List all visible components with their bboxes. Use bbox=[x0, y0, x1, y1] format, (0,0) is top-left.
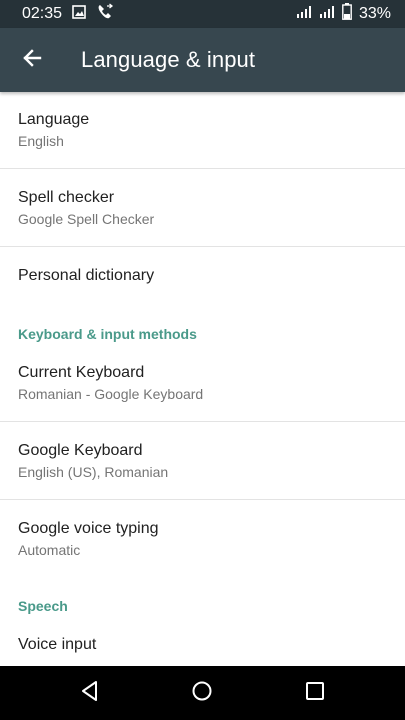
back-button[interactable] bbox=[0, 28, 64, 92]
signal-icon bbox=[319, 5, 335, 24]
nav-home-button[interactable] bbox=[172, 666, 232, 720]
back-triangle-icon bbox=[79, 680, 101, 707]
pref-summary: Google Spell Checker bbox=[18, 211, 155, 227]
pref-summary: Romanian - Google Keyboard bbox=[18, 386, 204, 402]
pref-personal-dictionary[interactable]: Personal dictionary bbox=[0, 266, 405, 286]
pref-current-keyboard[interactable]: Current Keyboard Romanian - Google Keybo… bbox=[0, 363, 405, 403]
pref-summary: Automatic bbox=[18, 542, 81, 558]
pref-voice-input[interactable]: Voice input bbox=[0, 635, 405, 655]
signal-icon bbox=[296, 5, 312, 24]
pref-title: Voice input bbox=[18, 636, 97, 653]
back-arrow-icon bbox=[22, 48, 42, 73]
battery-percent: 33% bbox=[358, 5, 391, 22]
pref-title: Google voice typing bbox=[18, 520, 159, 537]
category-keyboard-header: Keyboard & input methods bbox=[18, 326, 197, 342]
pref-google-voice-typing[interactable]: Google voice typing Automatic bbox=[0, 519, 405, 559]
battery-icon bbox=[342, 3, 352, 25]
navigation-bar bbox=[0, 666, 405, 720]
pref-google-keyboard[interactable]: Google Keyboard English (US), Romanian bbox=[0, 441, 405, 481]
nav-back-button[interactable] bbox=[60, 666, 120, 720]
category-speech-header: Speech bbox=[18, 598, 68, 614]
recents-square-icon bbox=[305, 681, 325, 706]
status-right: 33% bbox=[289, 3, 391, 25]
nav-recents-button[interactable] bbox=[285, 666, 345, 720]
image-icon bbox=[72, 4, 86, 24]
pref-summary: English bbox=[18, 133, 64, 149]
app-bar: Language & input bbox=[0, 28, 405, 92]
pref-title: Google Keyboard bbox=[18, 442, 143, 459]
status-left: 02:35 bbox=[22, 2, 124, 26]
pref-title: Current Keyboard bbox=[18, 364, 145, 381]
divider bbox=[0, 168, 405, 169]
pref-title: Language bbox=[18, 111, 90, 128]
pref-spell-checker[interactable]: Spell checker Google Spell Checker bbox=[0, 188, 405, 228]
pref-title: Personal dictionary bbox=[18, 267, 155, 284]
pref-summary: English (US), Romanian bbox=[18, 464, 169, 480]
phone-icon bbox=[96, 2, 114, 26]
status-bar: 02:35 33% bbox=[0, 0, 405, 28]
status-time: 02:35 bbox=[22, 5, 63, 22]
pref-language[interactable]: Language English bbox=[0, 110, 405, 150]
divider bbox=[0, 246, 405, 247]
settings-list: Language English Spell checker Google Sp… bbox=[0, 92, 405, 666]
home-circle-icon bbox=[191, 680, 213, 707]
page-title: Language & input bbox=[81, 47, 256, 72]
divider bbox=[0, 421, 405, 422]
divider bbox=[0, 499, 405, 500]
pref-title: Spell checker bbox=[18, 189, 115, 206]
